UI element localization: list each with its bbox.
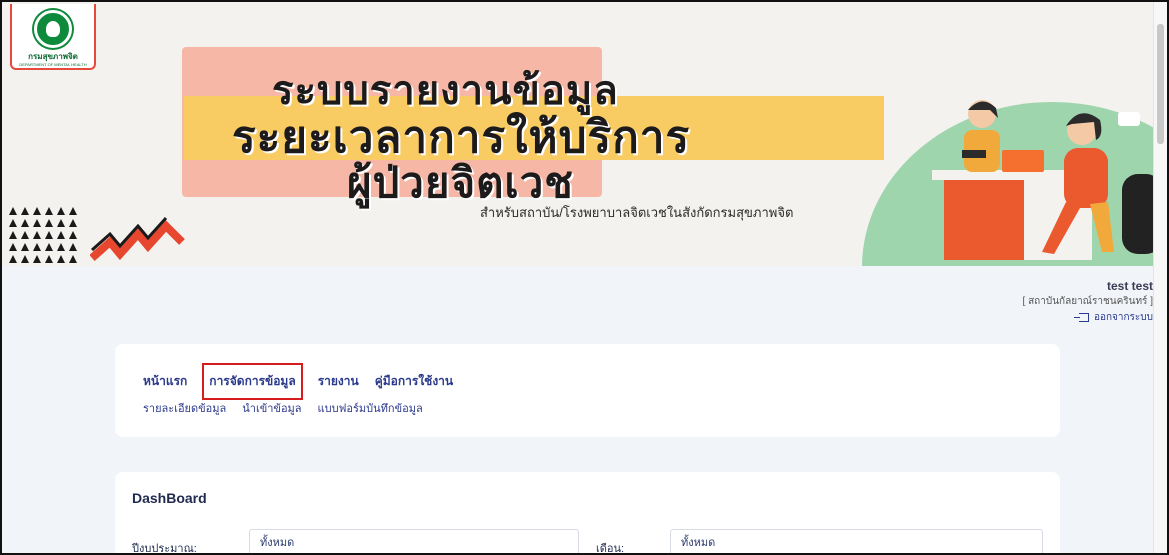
submenu-data-details[interactable]: รายละเอียดข้อมูล [143, 399, 226, 417]
menu-user-manual[interactable]: คู่มือการใช้งาน [375, 370, 453, 393]
dashboard-card: DashBoard ปีงบประมาณ: ทั้งหมด เดือน: ทั้… [115, 472, 1060, 555]
user-name: test test [1106, 279, 1153, 293]
banner-subtitle: สำหรับสถาบัน/โรงพยาบาลจิตเวชในสังกัดกรมส… [480, 205, 794, 220]
navigation-card: หน้าแรก การจัดการข้อมูล รายงาน คู่มือการ… [115, 344, 1060, 437]
logout-link[interactable]: ออกจากระบบ [1073, 310, 1153, 325]
main-menu: หน้าแรก การจัดการข้อมูล รายงาน คู่มือการ… [143, 363, 469, 400]
zigzag-decor-icon [90, 216, 185, 261]
seal-icon [34, 10, 72, 48]
menu-home[interactable]: หน้าแรก [143, 370, 187, 393]
submenu-import-data[interactable]: นำเข้าข้อมูล [242, 399, 301, 417]
sub-menu: รายละเอียดข้อมูล นำเข้าข้อมูล แบบฟอร์มบั… [143, 399, 439, 417]
people-meeting-illustration [932, 100, 1162, 260]
menu-report[interactable]: รายงาน [318, 370, 359, 393]
month-label: เดือน: [596, 543, 625, 555]
scrollbar-thumb[interactable] [1157, 24, 1164, 144]
header-banner: กรมสุขภาพจิต DEPARTMENT OF MENTAL HEALTH… [2, 2, 1167, 266]
user-organization: [ สถาบันกัลยาณ์ราชนครินทร์ ] [1022, 296, 1153, 307]
menu-data-management[interactable]: การจัดการข้อมูล [202, 363, 303, 400]
logout-icon [1073, 313, 1089, 322]
department-logo[interactable]: กรมสุขภาพจิต DEPARTMENT OF MENTAL HEALTH [10, 4, 96, 70]
submenu-data-form[interactable]: แบบฟอร์มบันทึกข้อมูล [318, 399, 423, 417]
logout-label: ออกจากระบบ [1093, 312, 1153, 323]
dashboard-title: DashBoard [132, 490, 207, 506]
fiscal-year-label: ปีงบประมาณ: [132, 543, 197, 555]
triangle-pattern-icon [9, 207, 77, 263]
logo-text: กรมสุขภาพจิต [28, 52, 78, 61]
month-select[interactable]: ทั้งหมด [670, 529, 1043, 553]
logo-subtext: DEPARTMENT OF MENTAL HEALTH [19, 62, 87, 67]
page-scrollbar[interactable] [1153, 2, 1167, 553]
fiscal-year-select[interactable]: ทั้งหมด [249, 529, 579, 553]
app-frame: กรมสุขภาพจิต DEPARTMENT OF MENTAL HEALTH… [0, 0, 1169, 555]
